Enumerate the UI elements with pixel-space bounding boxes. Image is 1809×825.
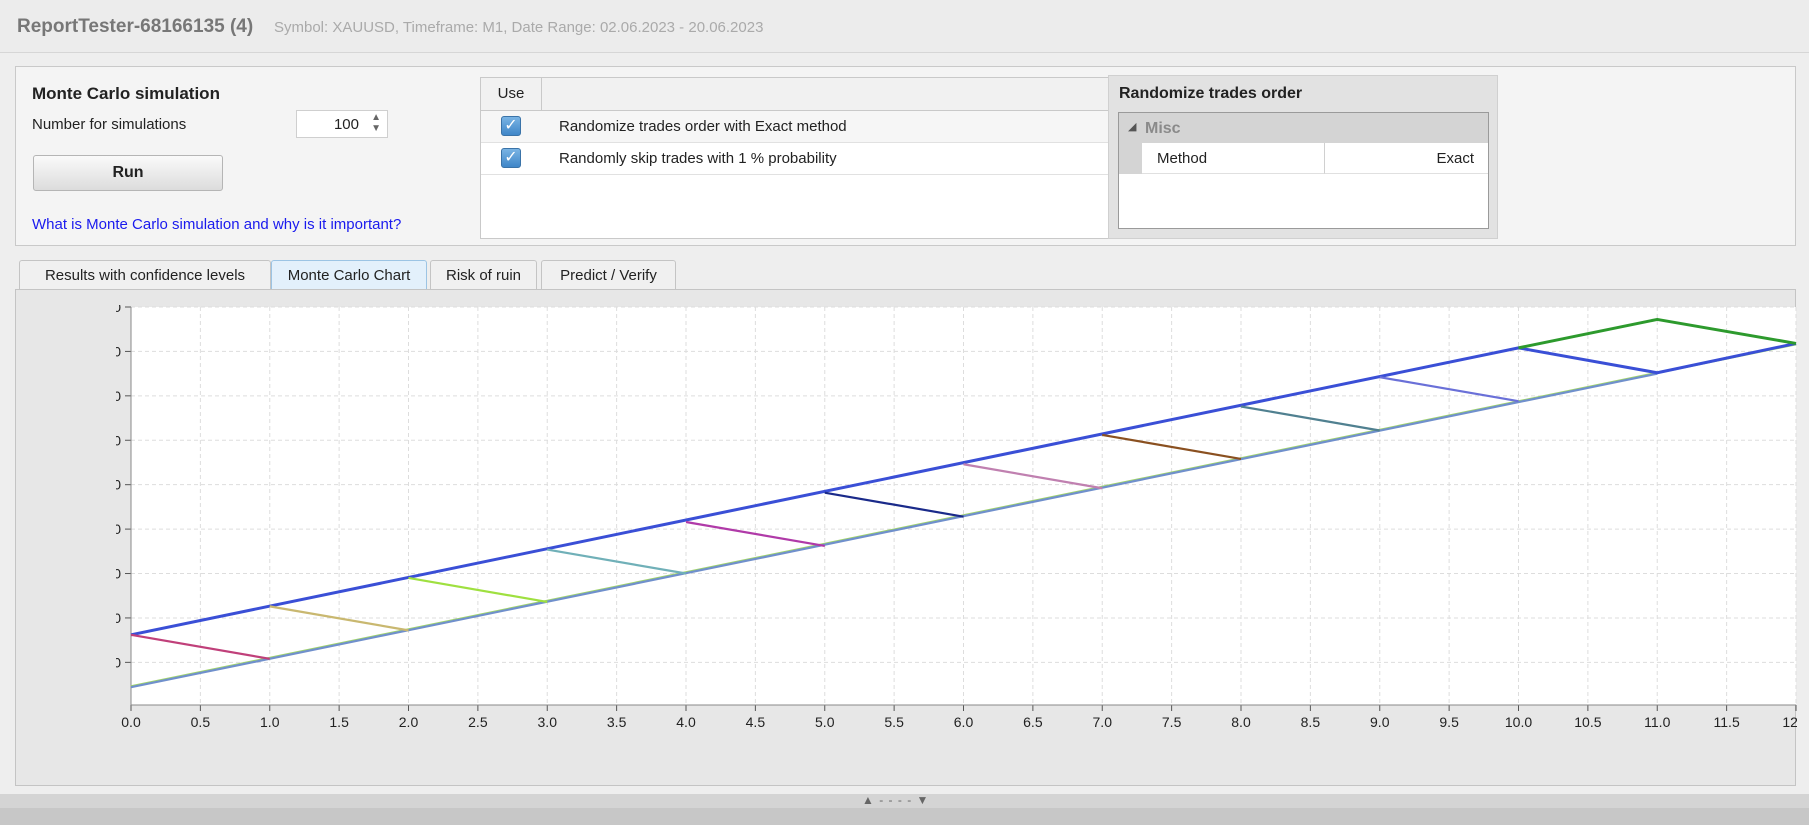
run-button[interactable]: Run (33, 155, 223, 191)
x-tick-label: 0.0 (121, 714, 141, 730)
y-tick-label: 1,000 (116, 566, 121, 582)
monte-carlo-chart: 0.0 0.5 1.0 1.5 2.0 2.5 3.0 3.5 4.0 4.5 5.0 5.5 6.0 6… (116, 305, 1797, 730)
x-tick-label: 5.5 (884, 714, 904, 730)
option-label: Randomly skip trades with 1 % probabilit… (559, 150, 837, 167)
window-titlebar: ReportTester-68166135 (4) Symbol: XAUUSD… (0, 0, 1809, 53)
options-table: Use ✓ Randomize trades order with Exact … (480, 77, 1112, 239)
panel-splitter[interactable]: ▲ - - - - ▼ (0, 793, 1809, 808)
y-tick-label: 2,000 (116, 477, 121, 493)
x-tick-label: 4.0 (676, 714, 696, 730)
x-tick-label: 9.0 (1370, 714, 1390, 730)
use-column-header: Use (481, 78, 542, 110)
property-name: Method (1142, 143, 1325, 174)
category-label: Misc (1145, 120, 1181, 137)
chart-panel: 0.0 0.5 1.0 1.5 2.0 2.5 3.0 3.5 4.0 4.5 5.0 5.5 6.0 6… (15, 289, 1797, 786)
tab-risk-of-ruin[interactable]: Risk of ruin (430, 260, 537, 290)
spinner-arrows-icon[interactable]: ▲ ▼ (371, 112, 381, 134)
x-tick-label: 3.0 (538, 714, 558, 730)
x-tick-label: 8.5 (1301, 714, 1321, 730)
y-tick-label: 2,500 (116, 432, 121, 448)
collapse-triangle-icon[interactable]: ◢ (1128, 120, 1136, 133)
x-tick-label: 6.0 (954, 714, 974, 730)
tab-results-confidence[interactable]: Results with confidence levels (19, 260, 271, 290)
x-tick-label: 7.5 (1162, 714, 1182, 730)
y-tick-label: 4,000 (116, 305, 121, 315)
tab-monte-carlo-chart[interactable]: Monte Carlo Chart (271, 260, 427, 290)
monte-carlo-title: Monte Carlo simulation (32, 84, 220, 103)
tab-predict-verify[interactable]: Predict / Verify (541, 260, 676, 290)
property-row[interactable]: Method Exact (1119, 143, 1488, 174)
help-link[interactable]: What is Monte Carlo simulation and why i… (32, 216, 401, 233)
x-tick-label: 12.0 (1782, 714, 1797, 730)
x-tick-label: 1.0 (260, 714, 280, 730)
checkbox-checked-icon[interactable]: ✓ (501, 148, 521, 168)
option-row[interactable]: ✓ Randomly skip trades with 1 % probabil… (481, 143, 1111, 175)
simulations-label: Number for simulations (32, 116, 187, 133)
x-tick-label: 11.0 (1644, 714, 1670, 730)
option-row[interactable]: ✓ Randomize trades order with Exact meth… (481, 111, 1111, 143)
x-tick-label: 5.0 (815, 714, 835, 730)
x-tick-label: 7.0 (1093, 714, 1113, 730)
window-subtitle: Symbol: XAUUSD, Timeframe: M1, Date Rang… (274, 19, 764, 36)
x-tick-label: 10.0 (1505, 714, 1532, 730)
y-tick-label: 500 (116, 610, 121, 626)
randomize-panel: Randomize trades order ◢ Misc Method Exa… (1108, 75, 1498, 239)
x-tick-label: 4.5 (746, 714, 766, 730)
randomize-panel-title: Randomize trades order (1119, 85, 1303, 102)
y-tick-label: 3,500 (116, 343, 121, 359)
options-table-header: Use (481, 78, 1111, 111)
x-tick-label: 6.5 (1023, 714, 1043, 730)
x-tick-label: 2.0 (399, 714, 419, 730)
x-tick-label: 10.5 (1574, 714, 1601, 730)
x-tick-label: 11.5 (1714, 714, 1740, 730)
property-category[interactable]: ◢ Misc (1119, 113, 1488, 143)
y-tick-label: 1,500 (116, 521, 121, 537)
checkbox-checked-icon[interactable]: ✓ (501, 116, 521, 136)
y-tick-label: 3,000 (116, 388, 121, 404)
x-tick-label: 1.5 (329, 714, 349, 730)
x-tick-label: 9.5 (1439, 714, 1459, 730)
option-label: Randomize trades order with Exact method (559, 118, 847, 135)
window-title: ReportTester-68166135 (4) (17, 16, 254, 37)
simulations-value: 100 (333, 116, 359, 133)
x-tick-label: 2.5 (468, 714, 488, 730)
property-value[interactable]: Exact (1325, 143, 1488, 174)
y-tick-label: 0 (116, 654, 121, 670)
status-bar: ▲ - - - - ▼ (0, 793, 1809, 825)
property-grid: ◢ Misc Method Exact (1118, 112, 1489, 229)
settings-panel: Monte Carlo simulation Number for simula… (15, 66, 1796, 246)
x-tick-label: 3.5 (607, 714, 627, 730)
x-tick-label: 8.0 (1231, 714, 1251, 730)
x-tick-label: 0.5 (191, 714, 211, 730)
simulations-spinner[interactable]: 100 ▲ ▼ (296, 110, 388, 138)
